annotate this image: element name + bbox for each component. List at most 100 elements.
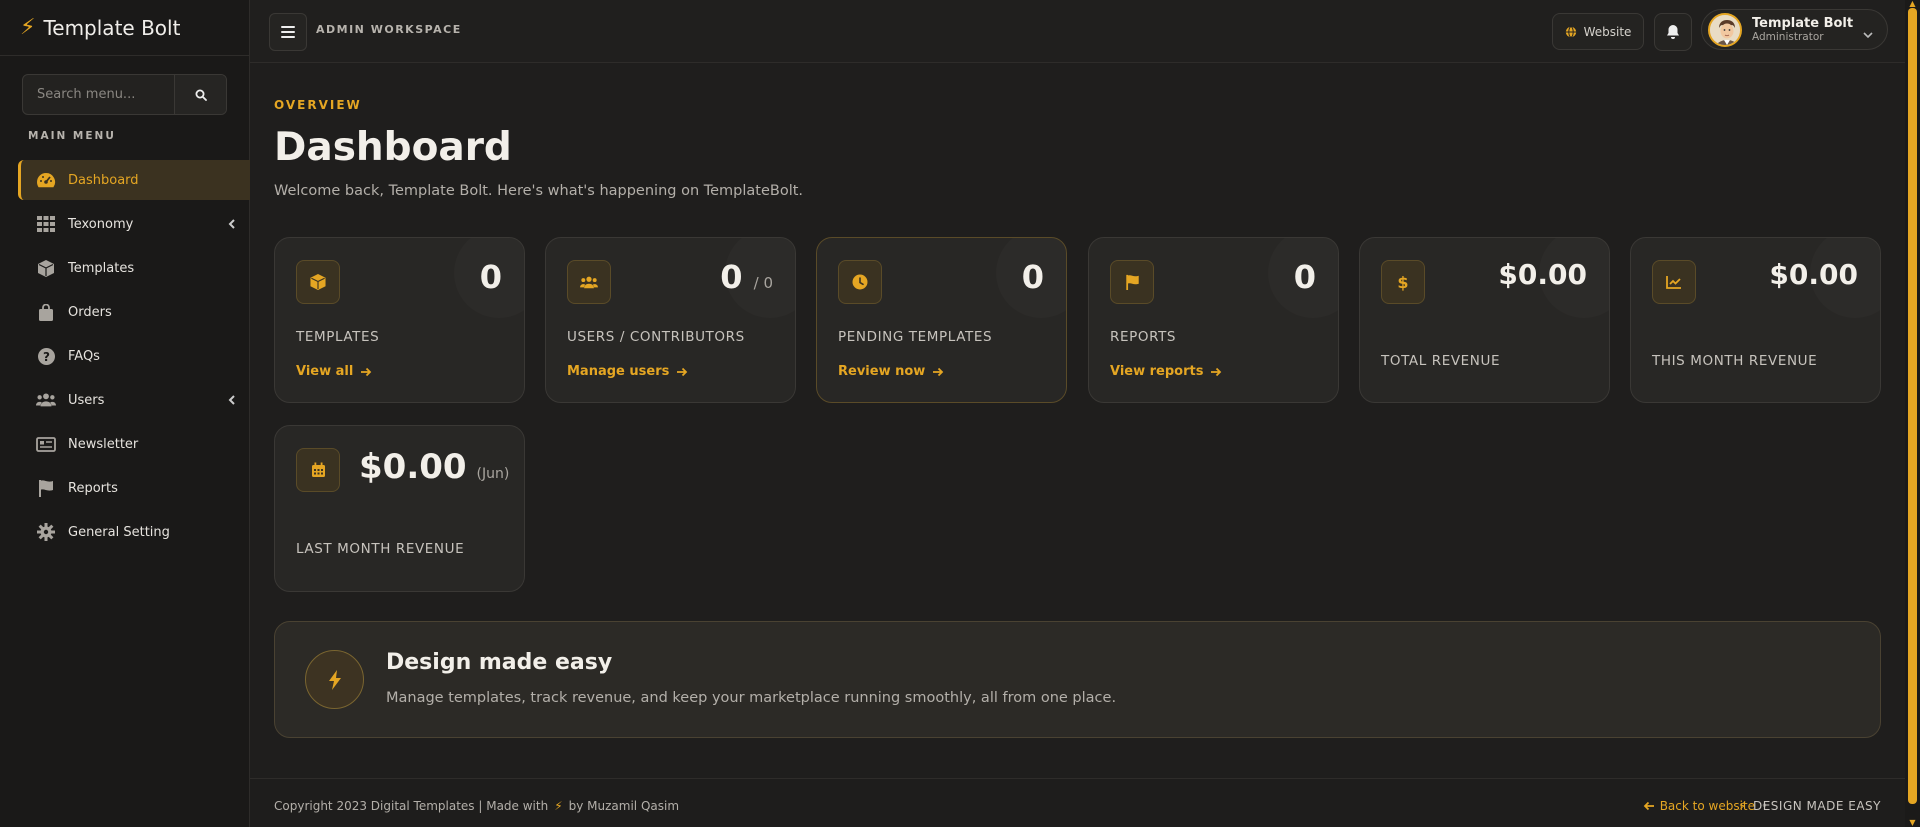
- sidebar: ⚡ Template Bolt MAIN MENU Dashboard Texo…: [0, 0, 250, 827]
- copyright: Copyright 2023 Digital Templates | Made …: [274, 799, 679, 813]
- users-card: 0 / 0 USERS / CONTRIBUTORS Manage users: [545, 237, 796, 403]
- arrow-right-icon: [1211, 367, 1222, 376]
- sidebar-item-users[interactable]: Users: [18, 380, 250, 420]
- bell-icon: [1667, 25, 1679, 39]
- pending-count: 0: [1021, 258, 1044, 296]
- chevron-left-icon[interactable]: [228, 218, 236, 233]
- sidebar-item-templates[interactable]: Templates: [18, 248, 250, 288]
- banner-title: Design made easy: [386, 650, 613, 675]
- svg-text:?: ?: [43, 350, 50, 364]
- newspaper-icon: [36, 434, 56, 454]
- question-icon: ?: [36, 346, 56, 366]
- last-month-revenue-label: LAST MONTH REVENUE: [296, 541, 465, 557]
- view-all-link[interactable]: View all: [296, 364, 372, 379]
- page-scrollbar[interactable]: ▲ ▼: [1905, 0, 1920, 827]
- footer: Copyright 2023 Digital Templates | Made …: [250, 778, 1905, 827]
- chart-line-icon: [1652, 260, 1696, 304]
- brand[interactable]: ⚡ Template Bolt: [0, 0, 249, 56]
- contributors-count: / 0: [753, 274, 773, 292]
- workspace-label: ADMIN WORKSPACE: [316, 23, 462, 36]
- bolt-icon: [305, 650, 364, 709]
- users-label: USERS / CONTRIBUTORS: [567, 329, 745, 345]
- banner-text: Manage templates, track revenue, and kee…: [386, 690, 1117, 706]
- arrow-right-icon: [933, 367, 944, 376]
- box-icon: [296, 260, 340, 304]
- view-reports-link[interactable]: View reports: [1110, 364, 1222, 379]
- menu-toggle-button[interactable]: [269, 13, 307, 51]
- flag-icon: [1110, 260, 1154, 304]
- tagline-text: DESIGN MADE EASY: [1752, 799, 1881, 813]
- arrow-right-icon: [361, 367, 372, 376]
- review-now-link[interactable]: Review now: [838, 364, 944, 379]
- search-input[interactable]: [23, 75, 174, 114]
- templates-label: TEMPLATES: [296, 329, 380, 345]
- sidebar-item-label: Dashboard: [68, 172, 139, 188]
- calendar-icon: [296, 448, 340, 492]
- sidebar-item-newsletter[interactable]: Newsletter: [18, 424, 250, 464]
- reports-card: 0 REPORTS View reports: [1088, 237, 1339, 403]
- search-button[interactable]: [174, 75, 226, 114]
- chevron-down-icon: [1863, 24, 1873, 43]
- box-icon: [36, 258, 56, 278]
- user-role: Administrator: [1752, 31, 1824, 43]
- grid-icon: [36, 214, 56, 234]
- last-month-revenue-card: $0.00 (Jun) LAST MONTH REVENUE: [274, 425, 525, 592]
- search-box: [22, 74, 227, 115]
- user-name: Template Bolt: [1752, 16, 1854, 31]
- bolt-logo-icon: ⚡: [20, 15, 36, 40]
- globe-icon: [1565, 25, 1576, 38]
- clock-icon: [838, 260, 882, 304]
- users-count-value: 0: [720, 258, 743, 296]
- sidebar-item-orders[interactable]: Orders: [18, 292, 250, 332]
- users-icon: [567, 260, 611, 304]
- templates-card: 0 TEMPLATES View all: [274, 237, 525, 403]
- copyright-prefix: Copyright 2023 Digital Templates | Made …: [274, 799, 549, 813]
- sidebar-item-general-setting[interactable]: General Setting: [18, 512, 250, 552]
- sidebar-item-texonomy[interactable]: Texonomy: [18, 204, 250, 244]
- main-menu-label: MAIN MENU: [28, 130, 116, 142]
- sidebar-item-faqs[interactable]: ? FAQs: [18, 336, 250, 376]
- sidebar-item-label: Orders: [68, 304, 112, 320]
- topbar: ADMIN WORKSPACE Website Template Bolt Ad…: [250, 0, 1905, 63]
- this-month-revenue-value: $0.00: [1769, 258, 1858, 291]
- bolt-icon: ⚡: [1738, 799, 1747, 813]
- users-icon: [36, 390, 56, 410]
- flag-icon: [36, 478, 56, 498]
- scroll-down-arrow-icon[interactable]: ▼: [1908, 819, 1917, 827]
- this-month-revenue-label: THIS MONTH REVENUE: [1652, 353, 1818, 369]
- welcome-text: Welcome back, Template Bolt. Here's what…: [274, 183, 804, 199]
- sidebar-item-dashboard[interactable]: Dashboard: [18, 160, 250, 200]
- last-month-revenue-value: $0.00 (Jun): [359, 447, 509, 487]
- sidebar-item-reports[interactable]: Reports: [18, 468, 250, 508]
- sidebar-item-label: Reports: [68, 480, 118, 496]
- page-title: Dashboard: [274, 125, 512, 170]
- sidebar-item-label: Users: [68, 392, 105, 408]
- user-menu[interactable]: Template Bolt Administrator: [1701, 9, 1888, 50]
- design-banner: Design made easy Manage templates, track…: [274, 621, 1881, 738]
- sidebar-item-label: FAQs: [68, 348, 100, 364]
- arrow-left-icon: [1643, 801, 1654, 811]
- total-revenue-value: $0.00: [1498, 258, 1587, 291]
- search-icon: [195, 89, 207, 101]
- notifications-button[interactable]: [1654, 13, 1692, 51]
- sidebar-item-label: Newsletter: [68, 436, 139, 452]
- scroll-up-arrow-icon[interactable]: ▲: [1908, 0, 1917, 8]
- scrollbar-thumb[interactable]: [1908, 8, 1917, 804]
- chevron-left-icon[interactable]: [228, 394, 236, 409]
- user-info: Template Bolt Administrator: [1752, 16, 1853, 43]
- arrow-right-icon: [677, 367, 688, 376]
- templates-count: 0: [479, 258, 502, 296]
- last-month-period: (Jun): [476, 466, 510, 482]
- reports-label: REPORTS: [1110, 329, 1177, 345]
- website-button[interactable]: Website: [1552, 13, 1644, 50]
- gauge-icon: [36, 170, 56, 190]
- copyright-author: by Muzamil Qasim: [568, 799, 680, 813]
- sidebar-item-label: General Setting: [68, 524, 170, 540]
- gear-icon: [36, 522, 56, 542]
- view-all-label: View all: [296, 364, 354, 379]
- bag-icon: [36, 302, 56, 322]
- footer-tagline: ⚡ DESIGN MADE EASY: [1738, 799, 1881, 813]
- overview-eyebrow: OVERVIEW: [274, 98, 362, 112]
- website-label: Website: [1583, 24, 1632, 39]
- manage-users-link[interactable]: Manage users: [567, 364, 688, 379]
